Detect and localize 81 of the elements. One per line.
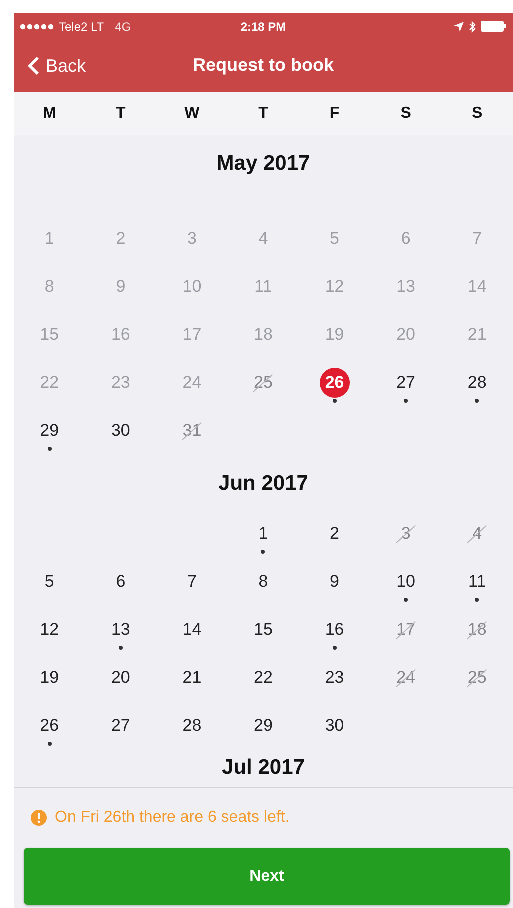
calendar-day[interactable]: 30	[106, 416, 136, 446]
calendar-day[interactable]: 20	[106, 663, 136, 693]
calendar-day[interactable]: 9	[320, 567, 350, 597]
location-icon	[454, 22, 464, 32]
back-button[interactable]: Back	[14, 52, 92, 80]
calendar-day[interactable]: 12	[34, 615, 65, 645]
calendar-day: 7	[462, 224, 492, 254]
signal-icon	[20, 24, 54, 30]
calendar-day[interactable]: 21	[177, 663, 208, 693]
month-title: Jul 2017	[221, 755, 306, 781]
month-title: May 2017	[216, 151, 312, 177]
calendar-day: 25	[462, 663, 492, 693]
calendar-day: 19	[320, 320, 350, 350]
calendar-day[interactable]: 28	[462, 368, 492, 398]
calendar-day: 12	[320, 272, 350, 302]
calendar-day: 3	[177, 224, 208, 254]
calendar-day[interactable]: 27	[391, 368, 422, 398]
clock-time: 2:18 PM	[240, 20, 286, 34]
calendar-day: 15	[34, 320, 65, 350]
month-title: Jun 2017	[218, 471, 310, 497]
calendar-day[interactable]: 13	[106, 615, 136, 645]
calendar-day: 18	[462, 615, 492, 645]
weekday-label: S	[400, 104, 412, 122]
calendar-day[interactable]: 28	[177, 711, 208, 741]
calendar-day[interactable]: 26	[320, 368, 350, 398]
calendar-day: 9	[106, 272, 136, 302]
calendar-day: 6	[391, 224, 422, 254]
battery-icon	[481, 21, 508, 32]
calendar-day: 10	[177, 272, 208, 302]
calendar-day: 22	[34, 368, 65, 398]
calendar-day[interactable]: 19	[34, 663, 65, 693]
weekday-label: M	[42, 104, 56, 122]
calendar-day: 25	[248, 368, 278, 398]
calendar-day[interactable]: 27	[106, 711, 136, 741]
calendar-day[interactable]: 26	[34, 711, 65, 741]
calendar-day: 14	[462, 272, 492, 302]
calendar-day: 23	[106, 368, 136, 398]
calendar-day: 2	[106, 224, 136, 254]
calendar-day: 4	[248, 224, 278, 254]
calendar-day: 18	[248, 320, 278, 350]
calendar-day: 8	[34, 272, 65, 302]
bluetooth-icon	[469, 20, 476, 32]
weekday-label: W	[184, 104, 200, 122]
calendar-day[interactable]: 10	[391, 567, 422, 597]
network-type: 4G	[115, 20, 132, 34]
calendar-day[interactable]: 1	[248, 519, 278, 549]
calendar-day[interactable]: 29	[248, 711, 278, 741]
calendar-day: 31	[177, 416, 208, 446]
calendar-day: 17	[177, 320, 208, 350]
calendar-day[interactable]: 6	[106, 567, 136, 597]
calendar-day[interactable]: 30	[320, 711, 350, 741]
calendar-day: 1	[34, 224, 65, 254]
calendar-day: 21	[462, 320, 492, 350]
weekday-label: T	[116, 104, 126, 122]
screen-title: Request to book	[192, 55, 334, 77]
calendar-day[interactable]: 7	[177, 567, 208, 597]
calendar-day[interactable]: 15	[248, 615, 278, 645]
calendar-day[interactable]: 29	[34, 416, 65, 446]
warning-icon	[31, 810, 47, 826]
calendar-day: 16	[106, 320, 136, 350]
calendar-day[interactable]: 5	[34, 567, 65, 597]
calendar-day: 20	[391, 320, 422, 350]
carrier-name: Tele2 LT	[59, 20, 104, 34]
weekday-label: T	[258, 104, 268, 122]
weekday-label: F	[330, 104, 340, 122]
next-button[interactable]: Next	[24, 848, 510, 905]
calendar-day[interactable]: 11	[462, 567, 492, 597]
calendar-day[interactable]: 22	[248, 663, 278, 693]
calendar-day[interactable]: 16	[320, 615, 350, 645]
chevron-left-icon	[28, 56, 40, 76]
calendar-day[interactable]: 14	[177, 615, 208, 645]
calendar-day[interactable]: 8	[248, 567, 278, 597]
calendar-day: 11	[248, 272, 278, 302]
calendar-day[interactable]: 2	[320, 519, 350, 549]
calendar-day: 13	[391, 272, 422, 302]
calendar-day[interactable]: 23	[320, 663, 350, 693]
seats-notice: On Fri 26th there are 6 seats left.	[55, 809, 290, 827]
calendar-day: 17	[391, 615, 422, 645]
weekday-label: S	[472, 104, 483, 122]
calendar-day: 24	[177, 368, 208, 398]
calendar-day: 5	[320, 224, 350, 254]
